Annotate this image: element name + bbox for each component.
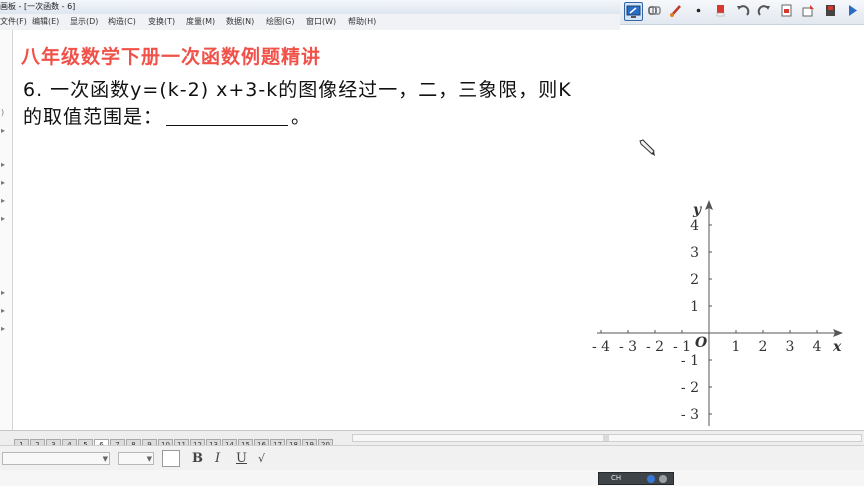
y-axis-label: y bbox=[692, 202, 702, 218]
left-strip-mark[interactable]: ▸ bbox=[1, 306, 5, 315]
ime-toolbar[interactable]: CH bbox=[598, 472, 674, 485]
x-tick-label: - 2 bbox=[646, 339, 664, 355]
page-icon[interactable] bbox=[778, 2, 797, 21]
play-icon[interactable] bbox=[844, 2, 863, 21]
menu-file[interactable]: 文件(F) bbox=[0, 16, 27, 27]
left-strip-mark[interactable]: ▸ bbox=[1, 196, 5, 205]
menu-help[interactable]: 帮助(H) bbox=[348, 16, 376, 27]
question-line-1: 6. 一次函数y=(k-2) x+3-k的图像经过一，二，三象限，则K bbox=[23, 79, 572, 101]
sketch-canvas[interactable]: 八年级数学下册一次函数例题精讲 6. 一次函数y=(k-2) x+3-k的图像经… bbox=[13, 30, 864, 430]
pencil-cursor-icon bbox=[639, 139, 655, 156]
text-format-bar: ▼ ▼ B I U √ bbox=[0, 445, 864, 470]
link-icon[interactable] bbox=[646, 2, 665, 21]
chevron-down-icon: ▼ bbox=[146, 455, 152, 463]
menu-measure[interactable]: 度量(M) bbox=[186, 16, 215, 27]
menu-graph[interactable]: 绘图(G) bbox=[266, 16, 294, 27]
toolbar bbox=[620, 0, 864, 25]
left-strip-mark[interactable]: ▸ bbox=[1, 214, 5, 223]
italic-button[interactable]: I bbox=[215, 452, 220, 466]
monitor-pen-icon[interactable] bbox=[624, 2, 643, 21]
left-tool-strip: ) ▸ ▸ ▸ ▸ ▸ ▸ ▸ ▸ bbox=[0, 30, 13, 430]
menu-edit[interactable]: 编辑(E) bbox=[32, 16, 59, 27]
menu-display[interactable]: 显示(D) bbox=[70, 16, 98, 27]
menu-window[interactable]: 窗口(W) bbox=[306, 16, 336, 27]
left-strip-mark[interactable]: ▸ bbox=[1, 288, 5, 297]
x-tick-label: 2 bbox=[759, 339, 768, 355]
y-tick-label: 2 bbox=[690, 272, 699, 288]
left-strip-mark[interactable]: ▸ bbox=[1, 178, 5, 187]
left-strip-mark[interactable]: ▸ bbox=[1, 126, 5, 135]
bold-button[interactable]: B bbox=[192, 452, 203, 466]
eraser-icon[interactable] bbox=[712, 2, 731, 21]
horizontal-scrollbar[interactable]: ||| bbox=[352, 434, 862, 442]
y-tick-label: 1 bbox=[690, 299, 699, 315]
font-size-select[interactable]: ▼ bbox=[118, 452, 154, 465]
left-strip-mark[interactable]: ▸ bbox=[1, 324, 5, 333]
menu-construct[interactable]: 构造(C) bbox=[108, 16, 136, 27]
underline-button[interactable]: U bbox=[236, 452, 247, 466]
save-icon[interactable] bbox=[822, 2, 841, 21]
origin-label: O bbox=[695, 335, 708, 351]
page-tab-bar: 1234567891011121314151617181920 ||| bbox=[0, 430, 864, 451]
x-tick-label: 4 bbox=[813, 339, 822, 355]
settings-icon[interactable] bbox=[659, 475, 667, 483]
help-icon[interactable] bbox=[647, 475, 655, 483]
export-icon[interactable] bbox=[800, 2, 819, 21]
ime-language-label: CH bbox=[611, 474, 622, 482]
y-tick-label: - 1 bbox=[681, 353, 699, 369]
bottom-strip: CH bbox=[0, 470, 864, 486]
x-tick-label: - 4 bbox=[592, 339, 610, 355]
x-tick-label: 1 bbox=[732, 339, 741, 355]
redo-icon[interactable] bbox=[756, 2, 775, 21]
menu-bar: 文件(F) 编辑(E) 显示(D) 构造(C) 变换(T) 度量(M) 数据(N… bbox=[0, 14, 620, 30]
x-tick-label: 3 bbox=[786, 339, 795, 355]
coordinate-plane[interactable]: - 4 - 3 - 2 - 1 1 2 3 4 4 3 2 1 - 1 - 2 … bbox=[581, 170, 851, 430]
scroll-grip-icon[interactable]: ||| bbox=[603, 435, 609, 442]
text-color-swatch[interactable] bbox=[162, 450, 180, 467]
undo-icon[interactable] bbox=[734, 2, 753, 21]
y-tick-label: 4 bbox=[690, 218, 699, 234]
y-tick-label: - 3 bbox=[681, 407, 699, 423]
question-line-2: 的取值范围是： 。 bbox=[23, 102, 311, 129]
menu-transform[interactable]: 变换(T) bbox=[148, 16, 175, 27]
y-tick-label: - 2 bbox=[681, 380, 699, 396]
chevron-down-icon: ▼ bbox=[102, 455, 108, 463]
math-format-button[interactable]: √ bbox=[258, 452, 265, 466]
page-tabs: 1234567891011121314151617181920 bbox=[14, 432, 334, 451]
brush-icon[interactable] bbox=[668, 2, 687, 21]
point-icon[interactable] bbox=[690, 2, 709, 21]
page-heading: 八年级数学下册一次函数例题精讲 bbox=[21, 46, 322, 68]
question-prefix: 的取值范围是： bbox=[23, 106, 164, 128]
x-tick-label: - 3 bbox=[619, 339, 637, 355]
font-family-select[interactable]: ▼ bbox=[2, 452, 110, 465]
question-suffix: 。 bbox=[291, 106, 312, 128]
window-title: 画板 - [一次函数 - 6] bbox=[0, 2, 76, 11]
left-strip-mark[interactable]: ) bbox=[1, 108, 4, 117]
answer-blank bbox=[166, 125, 289, 126]
left-strip-mark[interactable]: ▸ bbox=[1, 160, 5, 169]
x-axis-label: x bbox=[832, 339, 842, 355]
menu-data[interactable]: 数据(N) bbox=[226, 16, 254, 27]
y-tick-label: 3 bbox=[690, 245, 699, 261]
